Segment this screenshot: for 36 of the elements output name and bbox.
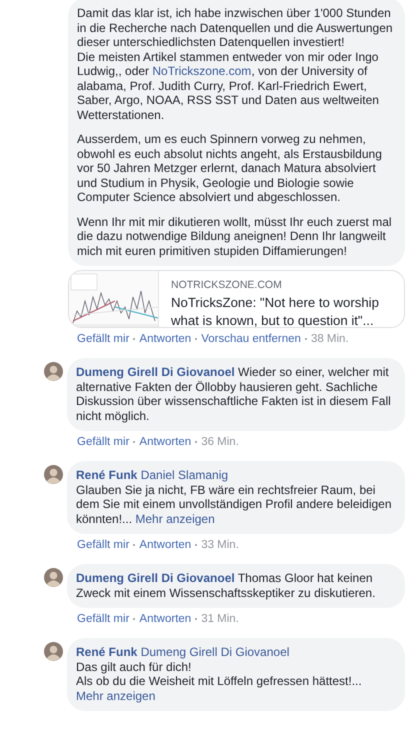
like-link[interactable]: Gefällt mir bbox=[77, 538, 130, 552]
link-domain: NOTRICKSZONE.COM bbox=[171, 279, 283, 292]
comment-text: Glauben Sie ja nicht, FB wäre ein rechtsfreier Raum, bei dem Sie mit einem unvollständigen Profil andere beleidigen könnten!... Mehr anzeigen bbox=[76, 482, 393, 526]
website-link[interactable]: NoTrickszone.com bbox=[152, 64, 252, 78]
show-more-link[interactable]: Mehr anzeigen bbox=[76, 688, 156, 702]
comment-time[interactable]: 36 Min. bbox=[201, 435, 239, 449]
show-more-link[interactable]: Mehr anzeigen bbox=[135, 512, 215, 526]
comment-text: Dumeng Girell Di Giovanoel Wieder so einer, welcher mit alternative Fakten der Öllobby hausieren geht. Sachliche Diskussion über wissenschaftliche Fakten ist in diesem Fall nicht möglich. bbox=[76, 365, 392, 423]
comment-text: Damit das klar ist, ich habe inzwischen über 1'000 Stunden in die Recherche nach Datenquellen und die Auswertungen dieser unterschiedlichsten Datenquellen investiert! Die meisten Artikel stammen entweder von mir oder Ingo Ludwig,, oder NoTrickszone.com, von der University of alabama, Prof. Judith Curry, Prof. Karl-Friedrich Ewert, Saber, Argo, NOAA, RSS SST und Daten aus weltweiten Wetterstationen. bbox=[77, 6, 393, 122]
action-link[interactable]: Antworten bbox=[139, 435, 192, 449]
comment-time[interactable]: 31 Min. bbox=[201, 612, 239, 626]
like-link[interactable]: Gefällt mir bbox=[77, 332, 130, 346]
mention-link[interactable]: Dumeng Girell Di Giovanoel bbox=[140, 645, 290, 659]
like-link[interactable]: Gefällt mir bbox=[77, 435, 130, 449]
link-title: NoTricksZone: "Not here to worship what is known, but to question it"... bbox=[171, 294, 380, 327]
comment-text: Ausserdem, um es euch Spinnern vorweg zu nehmen, obwohl es euch absolut nichts angeht, als Erstausbildung vor 50 Jahren Metzger erlernt, danach Matura absolviert und Studium in Physik, Geologie und Biologie sowie Computer Science absolviert und abgeschlossen. bbox=[77, 132, 383, 204]
avatar-icon[interactable] bbox=[44, 362, 63, 381]
author-name[interactable]: René Funk bbox=[76, 645, 138, 659]
author-name[interactable]: Dumeng Girell Di Giovanoel bbox=[76, 365, 235, 379]
action-link[interactable]: Vorschau entfernen bbox=[201, 332, 301, 346]
action-link[interactable]: Antworten bbox=[139, 538, 192, 552]
avatar-icon[interactable] bbox=[44, 465, 63, 484]
comment-time[interactable]: 33 Min. bbox=[201, 538, 239, 552]
comment-text: Dumeng Girell Di Giovanoel Thomas Gloor hat keinen Zweck mit einem Wissenschaftsskeptiker zu diskutieren. bbox=[76, 571, 376, 600]
like-link[interactable]: Gefällt mir bbox=[77, 612, 130, 626]
action-link[interactable]: Antworten bbox=[139, 332, 192, 346]
mention-link[interactable]: Daniel Slamanig bbox=[140, 468, 228, 482]
comment-time[interactable]: 38 Min. bbox=[310, 332, 349, 346]
author-name[interactable]: René Funk bbox=[76, 468, 138, 482]
avatar-icon[interactable] bbox=[44, 568, 63, 587]
avatar-icon[interactable] bbox=[44, 642, 63, 661]
link-preview-card[interactable]: NOTRICKSZONE.COM NoTricksZone: "Not here to worship what is known, but to question it"... bbox=[68, 270, 405, 328]
comment-text: Das gilt auch für dich! Als ob du die Weisheit mit Löffeln gefressen hättest!... Mehr anzeigen bbox=[76, 660, 363, 703]
comment-text: Wenn Ihr mit mir dikutieren wollt, müsst Ihr euch zuerst mal die dazu notwendige Bildung aneignen! Denn Ihr langweilt mich mit euren primitiven stupiden Diffamierungen! bbox=[77, 214, 393, 258]
action-link[interactable]: Antworten bbox=[139, 612, 192, 626]
author-name[interactable]: Dumeng Girell Di Giovanoel bbox=[76, 571, 235, 585]
